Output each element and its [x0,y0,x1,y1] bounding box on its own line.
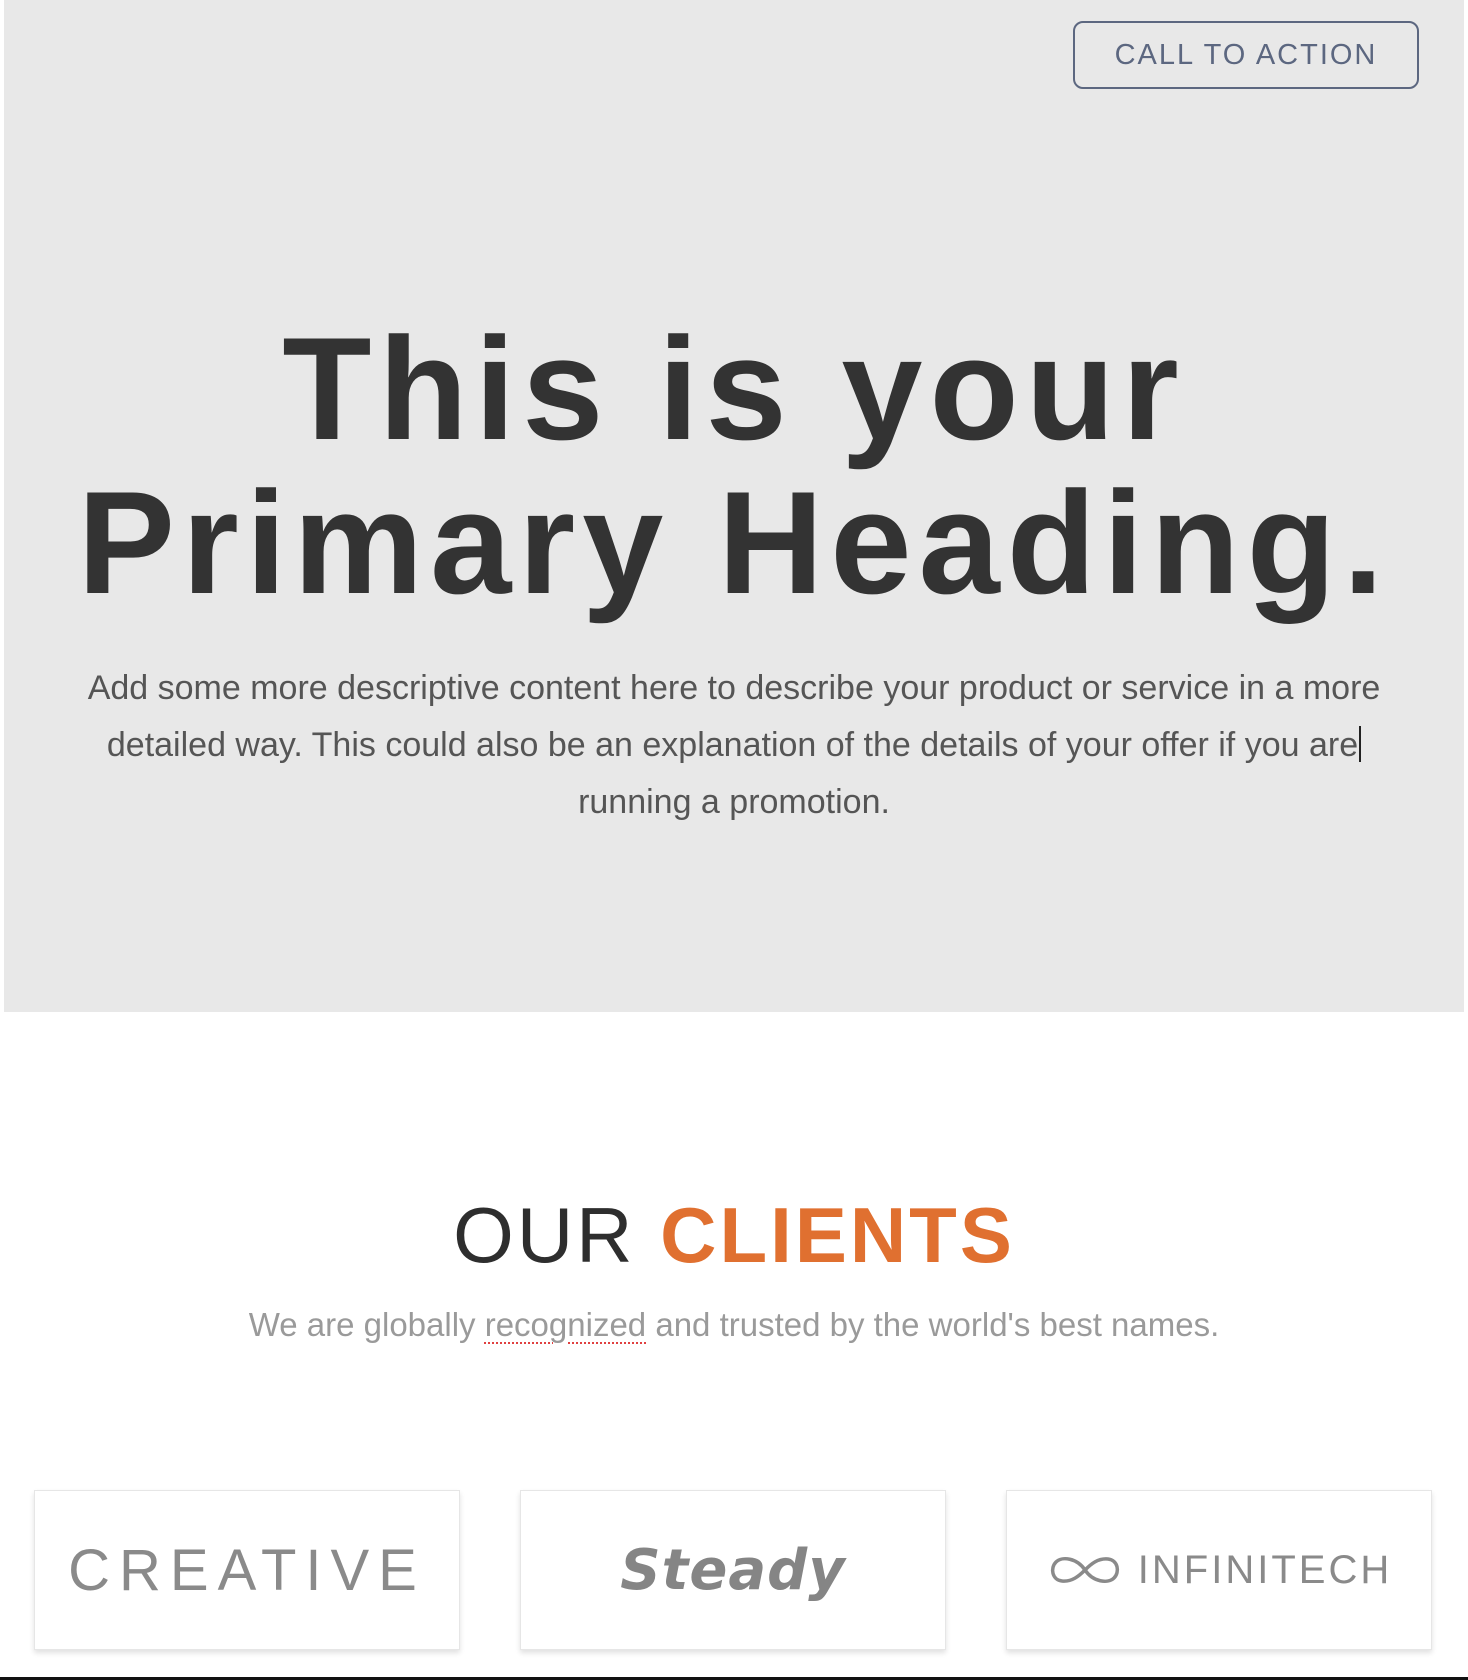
clients-subtitle[interactable]: We are globally recognized and trusted b… [0,1303,1468,1347]
primary-heading[interactable]: This is your Primary Heading. [0,312,1468,620]
clients-heading[interactable]: OUR CLIENTS [0,1190,1468,1280]
clients-heading-plain[interactable]: OUR [453,1191,635,1279]
steady-logo: Steady [620,1537,846,1603]
hero-description-line-2[interactable]: detailed way. This could also be an expl… [107,726,1358,764]
clients-heading-accent[interactable]: CLIENTS [660,1191,1015,1279]
hero-description[interactable]: Add some more descriptive content here t… [50,660,1418,831]
infinity-icon [1046,1552,1124,1588]
client-logo-card-creative[interactable]: CREATIVE [34,1490,460,1650]
creative-logo: CREATIVE [68,1537,426,1603]
text-cursor [1359,726,1362,762]
infinitech-wordmark: INFINITECH [1137,1547,1393,1592]
landing-page: CALL TO ACTION This is your Primary Head… [0,0,1468,1680]
hero-description-line-3[interactable]: running a promotion. [578,783,890,821]
primary-heading-line-1[interactable]: This is your [0,312,1468,466]
client-logo-card-steady[interactable]: Steady [520,1490,946,1650]
hero-description-line-1[interactable]: Add some more descriptive content here t… [88,669,1381,707]
primary-heading-line-2[interactable]: Primary Heading. [0,466,1468,620]
clients-subtitle-end[interactable]: and trusted by the world's best names. [646,1306,1219,1343]
infinitech-logo: INFINITECH [1046,1548,1392,1593]
spellcheck-flagged-word[interactable]: recognized [485,1306,646,1343]
call-to-action-button[interactable]: CALL TO ACTION [1073,21,1419,89]
client-logo-card-infinitech[interactable]: INFINITECH [1006,1490,1432,1650]
clients-subtitle-start[interactable]: We are globally [249,1306,485,1343]
